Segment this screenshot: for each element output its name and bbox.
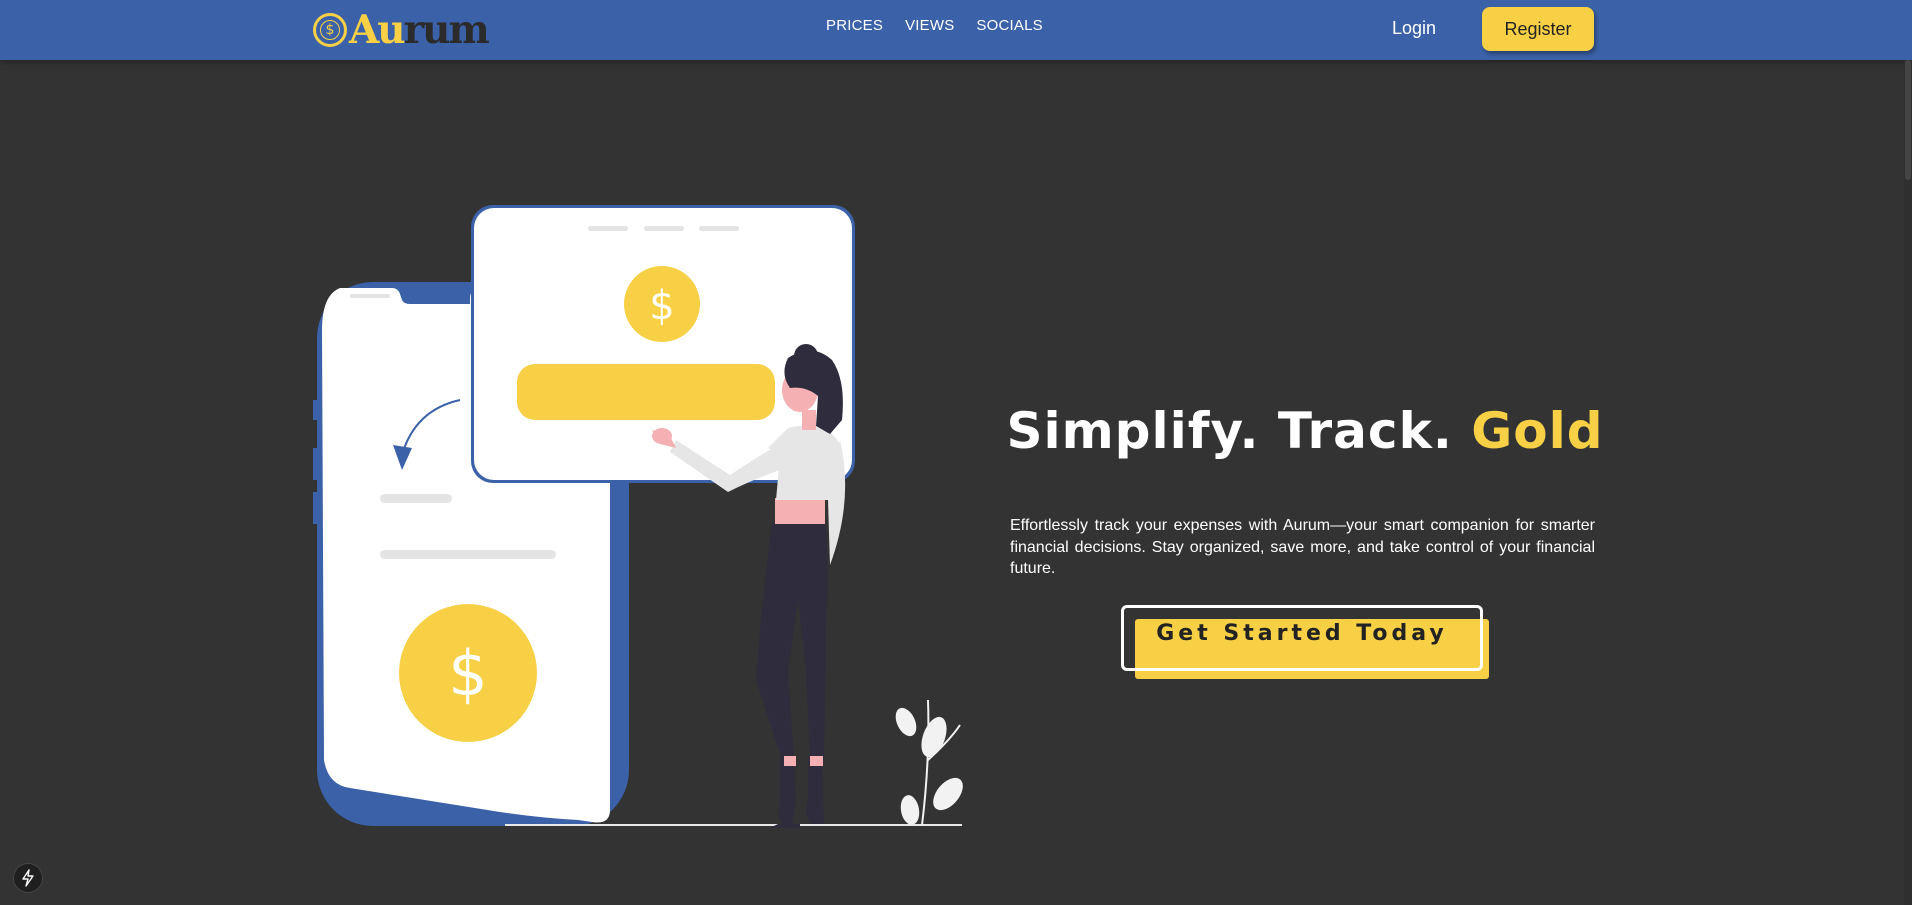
top-navbar: $ Aurum PRICES VIEWS SOCIALS Login Regis… <box>0 0 1912 60</box>
coin-logo-icon: $ <box>313 13 347 47</box>
hero-description: Effortlessly track your expenses with Au… <box>1010 517 1595 577</box>
card-coin-symbol: $ <box>649 283 674 329</box>
register-button[interactable]: Register <box>1482 7 1594 51</box>
logo-wordmark: Aurum <box>349 7 490 53</box>
nav-link-socials[interactable]: SOCIALS <box>976 17 1042 34</box>
logo-au: Au <box>349 7 406 53</box>
scrollbar-thumb[interactable] <box>1905 60 1911 180</box>
plant-icon <box>895 699 963 826</box>
hero-title: Simplify. Track. Gold <box>1000 402 1610 460</box>
finance-illustration: $ $ <box>313 205 963 828</box>
hero-title-gold: Gold <box>1471 402 1604 460</box>
aurum-logo[interactable]: $ Aurum <box>313 7 490 53</box>
hero-title-text: Simplify. Track. <box>1006 402 1472 460</box>
nav-link-views[interactable]: VIEWS <box>905 17 954 34</box>
page-scrollbar[interactable] <box>1904 60 1912 905</box>
logo-rum: rum <box>403 7 490 53</box>
phone-coin-symbol: $ <box>448 637 487 710</box>
cta-container: Get Started Today <box>1121 605 1489 679</box>
nav-links: PRICES VIEWS SOCIALS <box>826 17 1043 34</box>
coin-logo-glyph: $ <box>325 22 335 38</box>
login-link[interactable]: Login <box>1392 18 1436 39</box>
get-started-button[interactable]: Get Started Today <box>1121 605 1483 671</box>
lightning-icon[interactable] <box>14 864 42 892</box>
nav-link-prices[interactable]: PRICES <box>826 17 883 34</box>
